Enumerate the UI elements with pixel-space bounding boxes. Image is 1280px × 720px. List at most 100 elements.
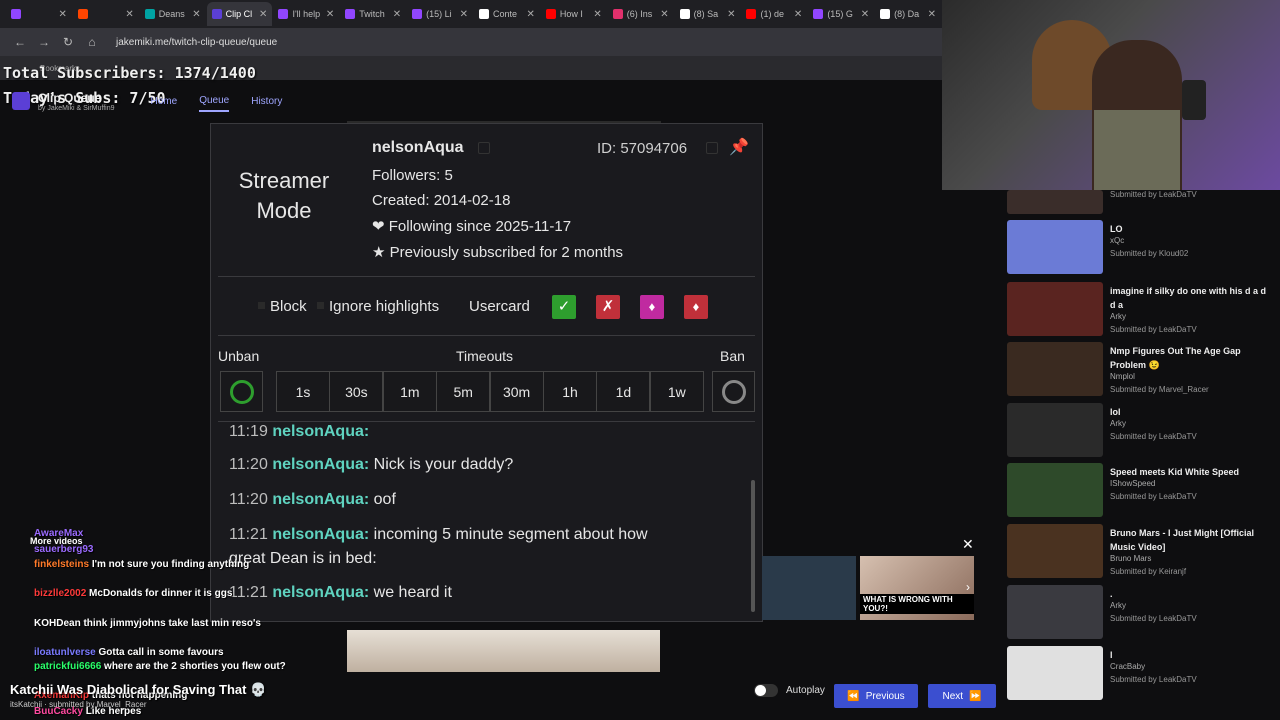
queue-thumbnail[interactable] [1007, 342, 1103, 396]
close-tab-icon[interactable]: ✕ [928, 9, 936, 20]
microphone-image [1182, 80, 1206, 120]
unban-button[interactable] [220, 371, 263, 412]
next-video-arrow-icon[interactable]: › [966, 580, 970, 594]
url-text[interactable]: jakemiki.me/twitch-clip-queue/queue [116, 37, 277, 48]
queue-thumbnail[interactable] [1007, 282, 1103, 336]
ignore-highlights-label[interactable]: Ignore highlights [329, 298, 439, 315]
queue-item[interactable]: Nmp Figures Out The Age Gap Problem 😉 Nmp… [1007, 342, 1277, 398]
queue-thumbnail[interactable] [1007, 646, 1103, 700]
tab-title: (15) Li [426, 9, 452, 19]
browser-tab[interactable]: ✕ [73, 2, 139, 26]
browser-tab[interactable]: Twitch ✕ [340, 2, 406, 26]
next-button[interactable]: Next ⏩ [928, 684, 996, 708]
timeout-button-30m[interactable]: 30m [489, 371, 544, 412]
more-video-thumb-2[interactable]: WHAT IS WRONG WITH YOU?! [860, 556, 974, 620]
timeout-button-1d[interactable]: 1d [596, 371, 651, 412]
browser-tab[interactable]: Conte ✕ [474, 2, 540, 26]
browser-tab[interactable]: (8) Da ✕ [875, 2, 941, 26]
close-tab-icon[interactable]: ✕ [259, 9, 267, 20]
copy-name-icon[interactable] [478, 142, 490, 154]
chat-username[interactable]: nelsonAqua: [272, 423, 369, 440]
gem-red-icon[interactable]: ♦ [684, 295, 708, 319]
close-tab-icon[interactable]: ✕ [794, 9, 802, 20]
back-icon[interactable]: ← [8, 35, 32, 49]
queue-thumbnail[interactable] [1007, 403, 1103, 457]
usercard-button[interactable]: Usercard [469, 298, 530, 315]
queue-thumbnail[interactable] [1007, 463, 1103, 517]
nav-home[interactable]: Home [151, 92, 178, 111]
queue-thumbnail[interactable] [1007, 524, 1103, 578]
browser-tab[interactable]: (8) Sa ✕ [675, 2, 741, 26]
approve-icon[interactable]: ✓ [552, 295, 576, 319]
browser-tab[interactable]: Deans ✕ [140, 2, 206, 26]
reload-icon[interactable]: ↻ [56, 35, 80, 49]
modal-subscribed: ★ Previously subscribed for 2 months [372, 244, 624, 261]
gem-pink-icon[interactable]: ♦ [640, 295, 664, 319]
tab-favicon-icon [746, 9, 757, 19]
close-tab-icon[interactable]: ✕ [861, 9, 869, 20]
browser-tab[interactable]: (15) Li ✕ [407, 2, 473, 26]
browser-tab[interactable]: How I ✕ [541, 2, 607, 26]
more-video-thumb-1[interactable] [762, 556, 856, 620]
chat-username[interactable]: nelsonAqua: [272, 456, 369, 473]
queue-item[interactable]: Speed meets Kid White Speed IShowSpeed Sub… [1007, 463, 1277, 519]
nav-history[interactable]: History [251, 92, 282, 111]
forward-icon[interactable]: → [32, 35, 56, 49]
close-tab-icon[interactable]: ✕ [125, 9, 133, 20]
queue-item[interactable]: Bruno Mars - I Just Might [Official Musi… [1007, 524, 1277, 580]
browser-tab[interactable]: (1) de ✕ [741, 2, 807, 26]
chat-scrollbar[interactable] [751, 480, 755, 612]
timeout-button-1h[interactable]: 1h [543, 371, 597, 412]
close-tab-icon[interactable]: ✕ [460, 9, 468, 20]
timeout-button-1s[interactable]: 1s [276, 371, 330, 412]
nav-queue[interactable]: Queue [199, 91, 230, 112]
chat-message: 11:20 nelsonAqua: oof [229, 491, 396, 509]
browser-tab[interactable]: Clip Cl ✕ [206, 2, 273, 26]
close-tab-icon[interactable]: ✕ [393, 9, 401, 20]
close-tab-icon[interactable]: ✕ [326, 9, 334, 20]
close-tab-icon[interactable]: ✕ [192, 9, 200, 20]
tab-title: Clip Cl [225, 9, 253, 19]
block-label[interactable]: Block [270, 298, 307, 315]
queue-thumbnail[interactable] [1007, 190, 1103, 214]
pin-icon[interactable]: 📌 [729, 137, 749, 157]
ban-button[interactable] [712, 371, 755, 412]
app-title: Clip Queue [38, 90, 102, 105]
browser-tab[interactable]: (6) Ins ✕ [608, 2, 674, 26]
block-checkbox[interactable] [258, 302, 265, 309]
queue-title: Nmp Figures Out The Age Gap Problem 😉 [1110, 346, 1241, 370]
next-icon: ⏩ [969, 690, 982, 702]
close-tab-icon[interactable]: ✕ [593, 9, 601, 20]
queue-item[interactable]: lol Arky Submitted by LeakDaTV [1007, 403, 1277, 459]
chat-username[interactable]: nelsonAqua: [272, 526, 369, 543]
queue-item[interactable]: imagine if silky do one with his d a d d… [1007, 282, 1277, 338]
queue-title: Bruno Mars - I Just Might [Official Musi… [1110, 528, 1255, 552]
browser-tab[interactable]: I'll help ✕ [273, 2, 339, 26]
browser-tab[interactable]: (15) G ✕ [808, 2, 874, 26]
close-tab-icon[interactable]: ✕ [660, 9, 668, 20]
chat-username[interactable]: nelsonAqua: [272, 584, 369, 601]
timeout-button-30s[interactable]: 30s [329, 371, 384, 412]
browser-tab[interactable]: ✕ [6, 2, 72, 26]
reject-icon[interactable]: ✗ [596, 295, 620, 319]
ignore-highlights-checkbox[interactable] [317, 302, 324, 309]
timeout-button-1m[interactable]: 1m [382, 371, 437, 412]
queue-thumbnail[interactable] [1007, 585, 1103, 639]
timeout-button-5m[interactable]: 5m [436, 371, 491, 412]
chat-username[interactable]: nelsonAqua: [272, 491, 369, 508]
copy-id-icon[interactable] [706, 142, 718, 154]
queue-item[interactable]: l CracBaby Submitted by LeakDaTV [1007, 646, 1277, 702]
autoplay-toggle[interactable] [754, 684, 778, 697]
close-more-videos-icon[interactable]: ✕ [962, 536, 974, 553]
close-tab-icon[interactable]: ✕ [58, 9, 66, 20]
queue-item[interactable]: LO xQc Submitted by Kloud02 [1007, 220, 1277, 276]
timeouts-label: Timeouts [456, 348, 514, 364]
queue-item[interactable]: . Arky Submitted by LeakDaTV [1007, 585, 1277, 641]
tab-favicon-icon [813, 9, 824, 19]
close-tab-icon[interactable]: ✕ [727, 9, 735, 20]
home-icon[interactable]: ⌂ [80, 35, 104, 49]
close-tab-icon[interactable]: ✕ [526, 9, 534, 20]
queue-thumbnail[interactable] [1007, 220, 1103, 274]
previous-button[interactable]: ⏪ Previous [834, 684, 918, 708]
timeout-button-1w[interactable]: 1w [649, 371, 704, 412]
